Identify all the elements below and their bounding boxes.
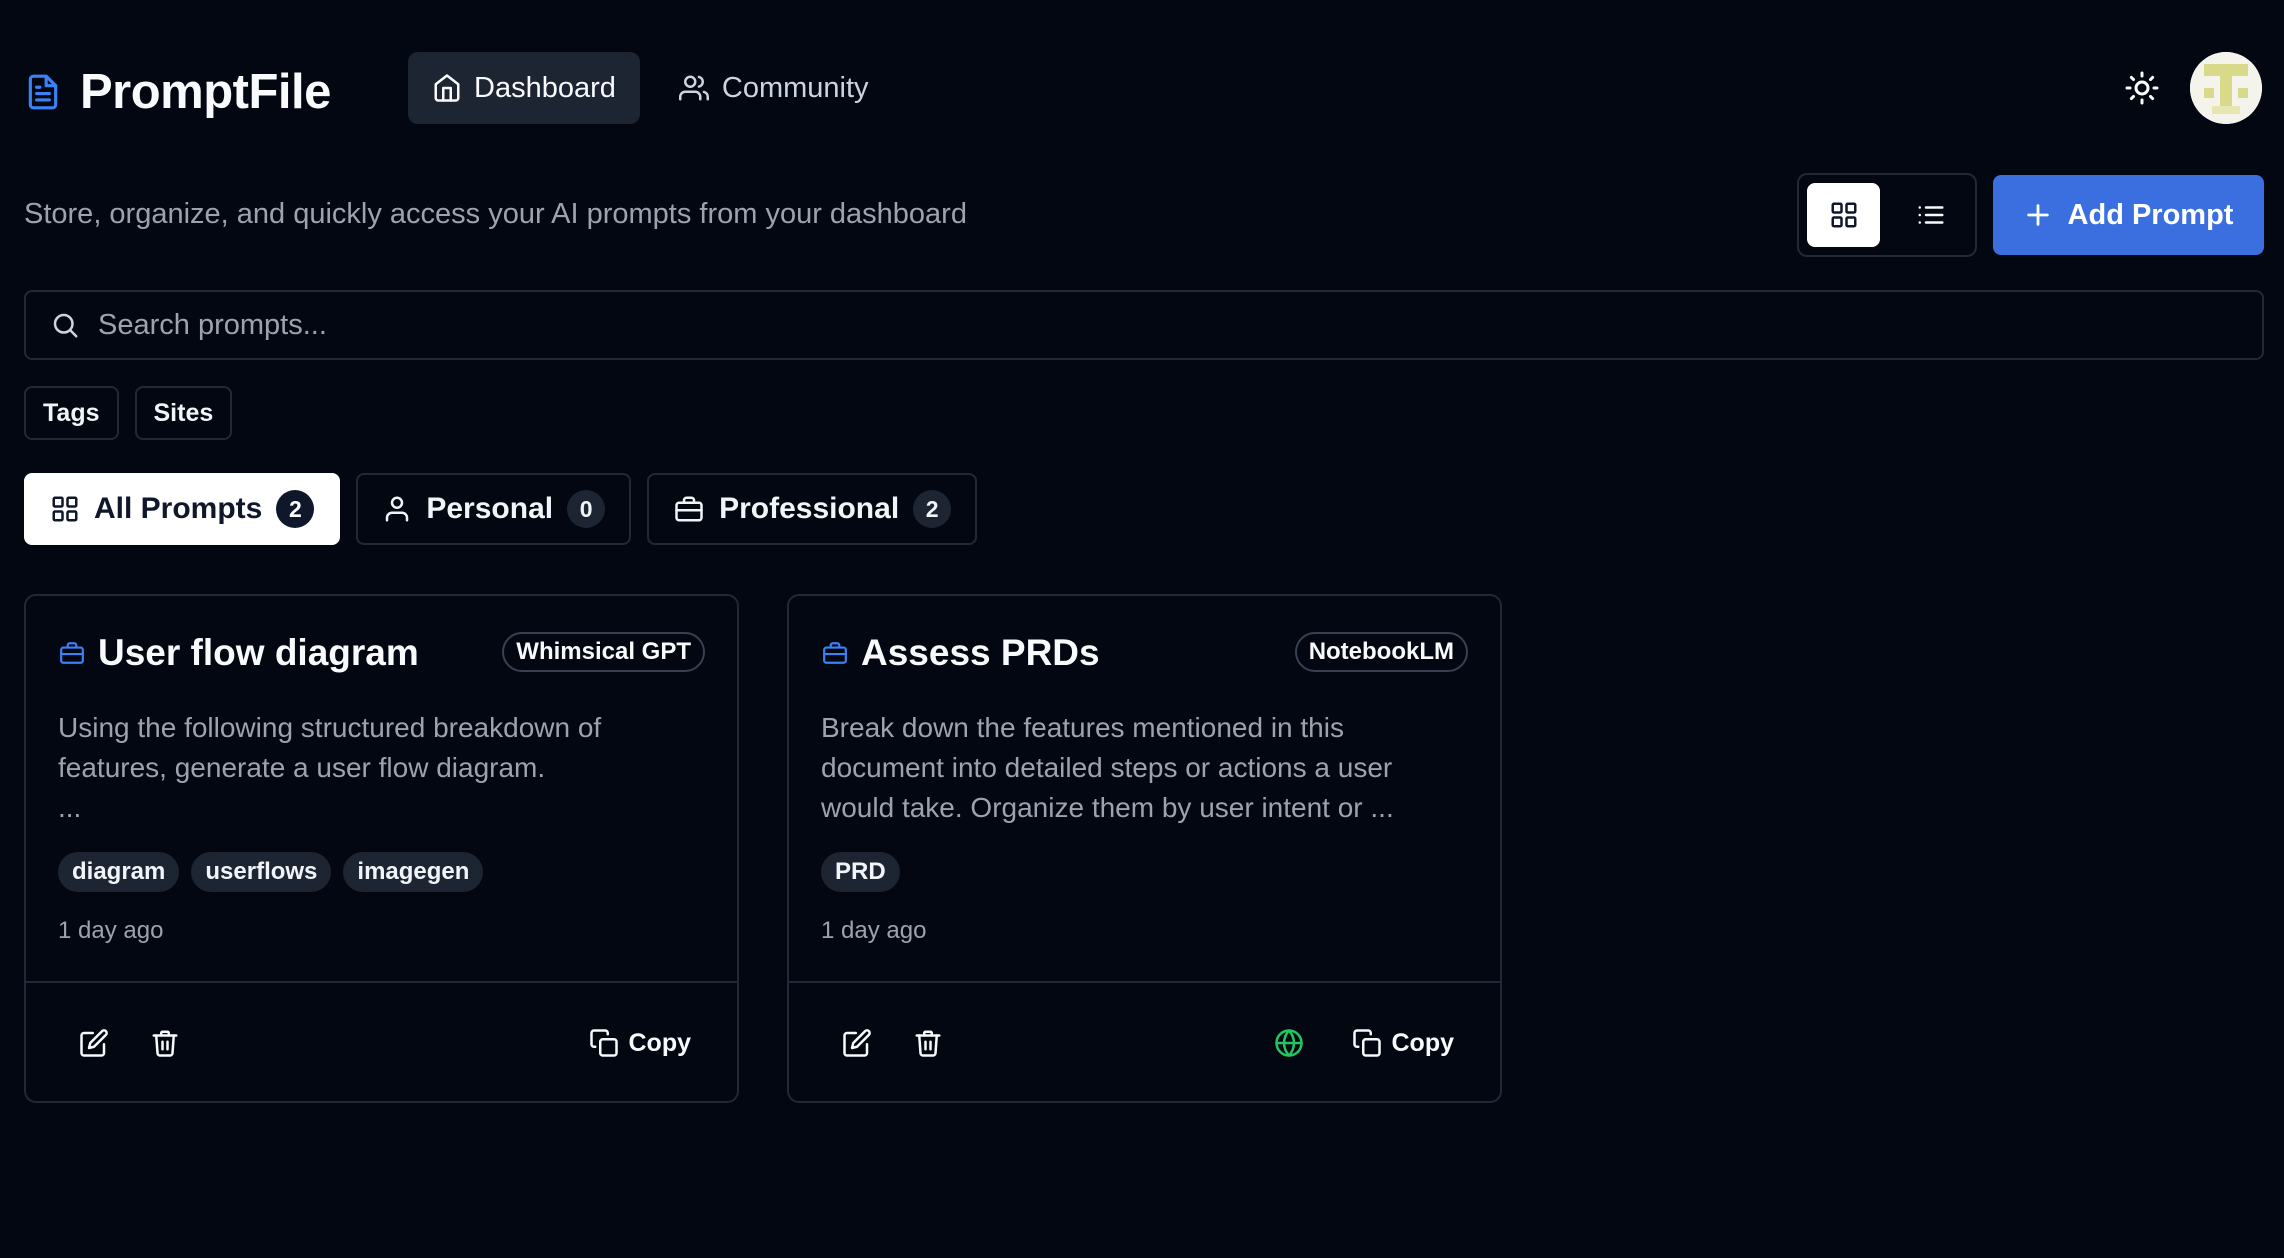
public-status-button[interactable] bbox=[1266, 1020, 1312, 1066]
add-prompt-label: Add Prompt bbox=[2067, 198, 2234, 231]
card-title-text: User flow diagram bbox=[98, 632, 419, 673]
copy-icon bbox=[589, 1028, 619, 1058]
grid-view-button[interactable] bbox=[1807, 183, 1880, 247]
search-bar bbox=[24, 290, 2264, 360]
grid-icon bbox=[1829, 200, 1859, 230]
tab-label: All Prompts bbox=[94, 492, 263, 525]
user-icon bbox=[382, 494, 412, 524]
tab-personal[interactable]: Personal 0 bbox=[356, 473, 632, 545]
edit-button[interactable] bbox=[834, 1020, 880, 1066]
card-timestamp: 1 day ago bbox=[821, 917, 927, 944]
card-tags: PRD bbox=[821, 852, 900, 892]
briefcase-icon bbox=[821, 640, 849, 666]
nav-community[interactable]: Community bbox=[654, 52, 893, 124]
tab-professional[interactable]: Professional 2 bbox=[647, 473, 978, 545]
copy-label: Copy bbox=[1391, 1028, 1455, 1057]
card-header: Assess PRDs NotebookLM bbox=[821, 632, 1468, 682]
copy-button[interactable]: Copy bbox=[589, 1019, 692, 1067]
view-toggle bbox=[1797, 173, 1977, 257]
edit-icon bbox=[79, 1028, 109, 1058]
card-footer: Copy bbox=[26, 981, 737, 1101]
briefcase-icon bbox=[58, 640, 86, 666]
nav-community-label: Community bbox=[721, 71, 869, 104]
tab-count-badge: 2 bbox=[913, 490, 952, 528]
briefcase-icon bbox=[673, 494, 705, 524]
card-title: Assess PRDs bbox=[821, 632, 1100, 674]
card-description: Using the following structured breakdown… bbox=[58, 712, 602, 823]
card-timestamp: 1 day ago bbox=[58, 917, 164, 944]
theme-toggle-button[interactable] bbox=[2124, 70, 2160, 106]
copy-button[interactable]: Copy bbox=[1352, 1019, 1455, 1067]
trash-icon bbox=[150, 1028, 180, 1058]
card-description: Break down the features mentioned in thi… bbox=[821, 712, 1394, 823]
brand-title: PromptFile bbox=[80, 65, 331, 119]
grid-icon bbox=[50, 494, 80, 524]
users-icon bbox=[678, 73, 710, 103]
nav-dashboard[interactable]: Dashboard bbox=[408, 52, 640, 124]
tab-all-prompts[interactable]: All Prompts 2 bbox=[24, 473, 341, 545]
list-view-button[interactable] bbox=[1894, 183, 1967, 247]
globe-icon bbox=[1274, 1028, 1304, 1058]
tab-count-badge: 0 bbox=[567, 490, 606, 528]
add-prompt-button[interactable]: Add Prompt bbox=[1993, 175, 2264, 255]
prompt-card[interactable]: Assess PRDs NotebookLM Break down the fe… bbox=[787, 594, 1502, 1103]
delete-button[interactable] bbox=[142, 1020, 188, 1066]
tag-badge[interactable]: imagegen bbox=[343, 852, 484, 892]
card-header: User flow diagram Whimsical GPT bbox=[58, 632, 705, 682]
edit-icon bbox=[842, 1028, 872, 1058]
home-icon bbox=[432, 73, 462, 103]
plus-icon bbox=[2024, 201, 2052, 229]
tab-label: Personal bbox=[426, 492, 554, 525]
list-icon bbox=[1916, 200, 1946, 230]
tab-count-badge: 2 bbox=[276, 490, 315, 528]
site-badge: NotebookLM bbox=[1294, 632, 1468, 672]
sites-filter-button[interactable]: Sites bbox=[134, 386, 233, 440]
avatar[interactable] bbox=[2190, 52, 2262, 124]
tags-filter-button[interactable]: Tags bbox=[24, 386, 119, 440]
tag-badge[interactable]: diagram bbox=[58, 852, 180, 892]
nav-dashboard-label: Dashboard bbox=[474, 71, 616, 104]
page-subtitle: Store, organize, and quickly access your… bbox=[24, 198, 967, 230]
sun-icon bbox=[2124, 70, 2160, 106]
card-title-text: Assess PRDs bbox=[861, 632, 1100, 673]
search-input[interactable] bbox=[98, 308, 2198, 342]
app-header: PromptFile Dashboard Community bbox=[24, 52, 2262, 124]
card-footer: Copy bbox=[789, 981, 1500, 1101]
copy-icon bbox=[1352, 1028, 1382, 1058]
copy-label: Copy bbox=[628, 1028, 692, 1057]
search-icon bbox=[50, 310, 80, 340]
filter-chips: Tags Sites bbox=[24, 386, 233, 440]
tag-badge[interactable]: userflows bbox=[191, 852, 332, 892]
tab-label: Professional bbox=[719, 492, 900, 525]
brand[interactable]: PromptFile bbox=[24, 64, 331, 120]
main-nav: Dashboard Community bbox=[408, 52, 893, 124]
prompt-card[interactable]: User flow diagram Whimsical GPT Using th… bbox=[24, 594, 739, 1103]
tag-badge[interactable]: PRD bbox=[821, 852, 900, 892]
delete-button[interactable] bbox=[905, 1020, 951, 1066]
trash-icon bbox=[913, 1028, 943, 1058]
file-text-icon bbox=[24, 69, 62, 115]
category-tabs: All Prompts 2 Personal 0 Professional 2 bbox=[24, 473, 978, 545]
site-badge: Whimsical GPT bbox=[502, 632, 705, 672]
card-title: User flow diagram bbox=[58, 632, 419, 674]
card-tags: diagram userflows imagegen bbox=[58, 852, 484, 892]
edit-button[interactable] bbox=[71, 1020, 117, 1066]
